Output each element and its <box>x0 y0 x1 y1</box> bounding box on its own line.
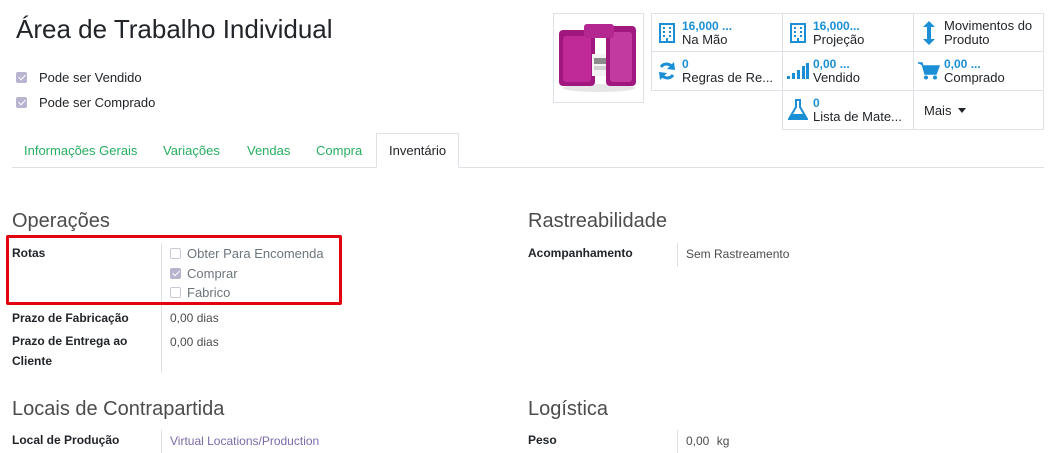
tracking-value[interactable]: Sem Rastreamento <box>686 247 789 261</box>
bom-label: Lista de Mate... <box>813 109 902 124</box>
field-divider <box>677 243 678 267</box>
can-be-purchased-checkbox[interactable] <box>16 96 27 108</box>
can-be-purchased-row[interactable]: Pode ser Comprado <box>16 92 155 112</box>
sold-label: Vendido <box>813 70 860 85</box>
weight-unit: kg <box>716 434 730 448</box>
weight-value: 0,00 <box>686 434 710 448</box>
customer-lead-value[interactable]: 0,00 dias <box>170 335 219 349</box>
moves-label-line1: Movimentos do <box>944 18 1033 33</box>
more-dropdown-button[interactable]: Mais <box>913 91 1044 130</box>
sold-button[interactable]: 0,00 ... Vendido <box>782 52 913 91</box>
shopping-cart-icon <box>914 62 944 80</box>
flask-icon <box>783 99 813 121</box>
purchased-button[interactable]: 0,00 ... Comprado <box>913 52 1044 91</box>
bom-value: 0 <box>813 96 820 110</box>
sold-value: 0,00 ... <box>813 57 850 71</box>
building-icon <box>783 22 813 43</box>
weight-label: Peso <box>528 433 557 447</box>
traceability-title: Rastreabilidade <box>528 210 667 232</box>
production-location-link[interactable]: Virtual Locations/Production <box>170 434 319 448</box>
reorder-rules-label: Regras de Re... <box>682 70 774 85</box>
can-be-sold-checkbox[interactable] <box>16 71 27 83</box>
customer-lead-label: Prazo de Entrega ao Cliente <box>12 334 128 368</box>
product-title[interactable]: Área de Trabalho Individual <box>16 14 333 45</box>
arrows-updown-icon <box>914 20 944 45</box>
refresh-icon <box>652 61 682 81</box>
tab-purchase[interactable]: Compra <box>304 133 374 167</box>
purchased-value: 0,00 ... <box>944 57 981 71</box>
forecast-label: Projeção <box>813 31 865 47</box>
reorder-rules-value: 0 <box>682 57 689 71</box>
manufacturing-lead-value[interactable]: 0,00 dias <box>170 311 219 325</box>
tab-inventory[interactable]: Inventário <box>376 133 460 168</box>
counterpart-locations-title: Locais de Contrapartida <box>12 398 225 420</box>
operations-title: Operações <box>12 210 110 232</box>
production-location-label: Local de Produção <box>12 433 120 447</box>
tab-sales[interactable]: Vendas <box>235 133 302 167</box>
on-hand-button[interactable]: 16,000 ... Na Mão <box>651 13 782 52</box>
field-divider <box>677 430 678 453</box>
manufacturing-lead-label: Prazo de Fabricação <box>12 311 129 325</box>
forecast-button[interactable]: 16,000... Projeção <box>782 13 913 52</box>
weight-field[interactable]: 0,00 kg <box>686 434 729 448</box>
moves-label-line2: Produto <box>944 31 990 47</box>
tab-general-info[interactable]: Informações Gerais <box>12 133 149 167</box>
product-image[interactable] <box>553 13 644 103</box>
can-be-sold-row[interactable]: Pode ser Vendido <box>16 67 142 87</box>
forecast-value: 16,000... <box>813 18 860 33</box>
on-hand-value: 16,000 ... <box>682 18 733 33</box>
can-be-sold-label: Pode ser Vendido <box>39 69 142 85</box>
field-divider <box>161 430 162 453</box>
notebook-tabs: Informações Gerais Variações Vendas Comp… <box>12 133 1044 168</box>
product-image-picture <box>554 14 643 102</box>
reorder-rules-button[interactable]: 0 Regras de Re... <box>651 52 782 91</box>
building-icon <box>652 22 682 43</box>
product-moves-button[interactable]: Movimentos do Produto <box>913 13 1044 52</box>
bom-button[interactable]: 0 Lista de Mate... <box>782 91 913 130</box>
caret-down-icon <box>958 107 967 113</box>
signal-bars-icon <box>783 63 813 79</box>
more-label: Mais <box>924 102 952 118</box>
purchased-label: Comprado <box>944 70 1005 85</box>
logistics-title: Logística <box>528 398 609 420</box>
tab-variants[interactable]: Variações <box>151 133 232 167</box>
routes-highlight-box <box>6 235 342 305</box>
can-be-purchased-label: Pode ser Comprado <box>39 94 156 110</box>
tracking-label: Acompanhamento <box>528 246 633 260</box>
on-hand-label: Na Mão <box>682 31 728 47</box>
